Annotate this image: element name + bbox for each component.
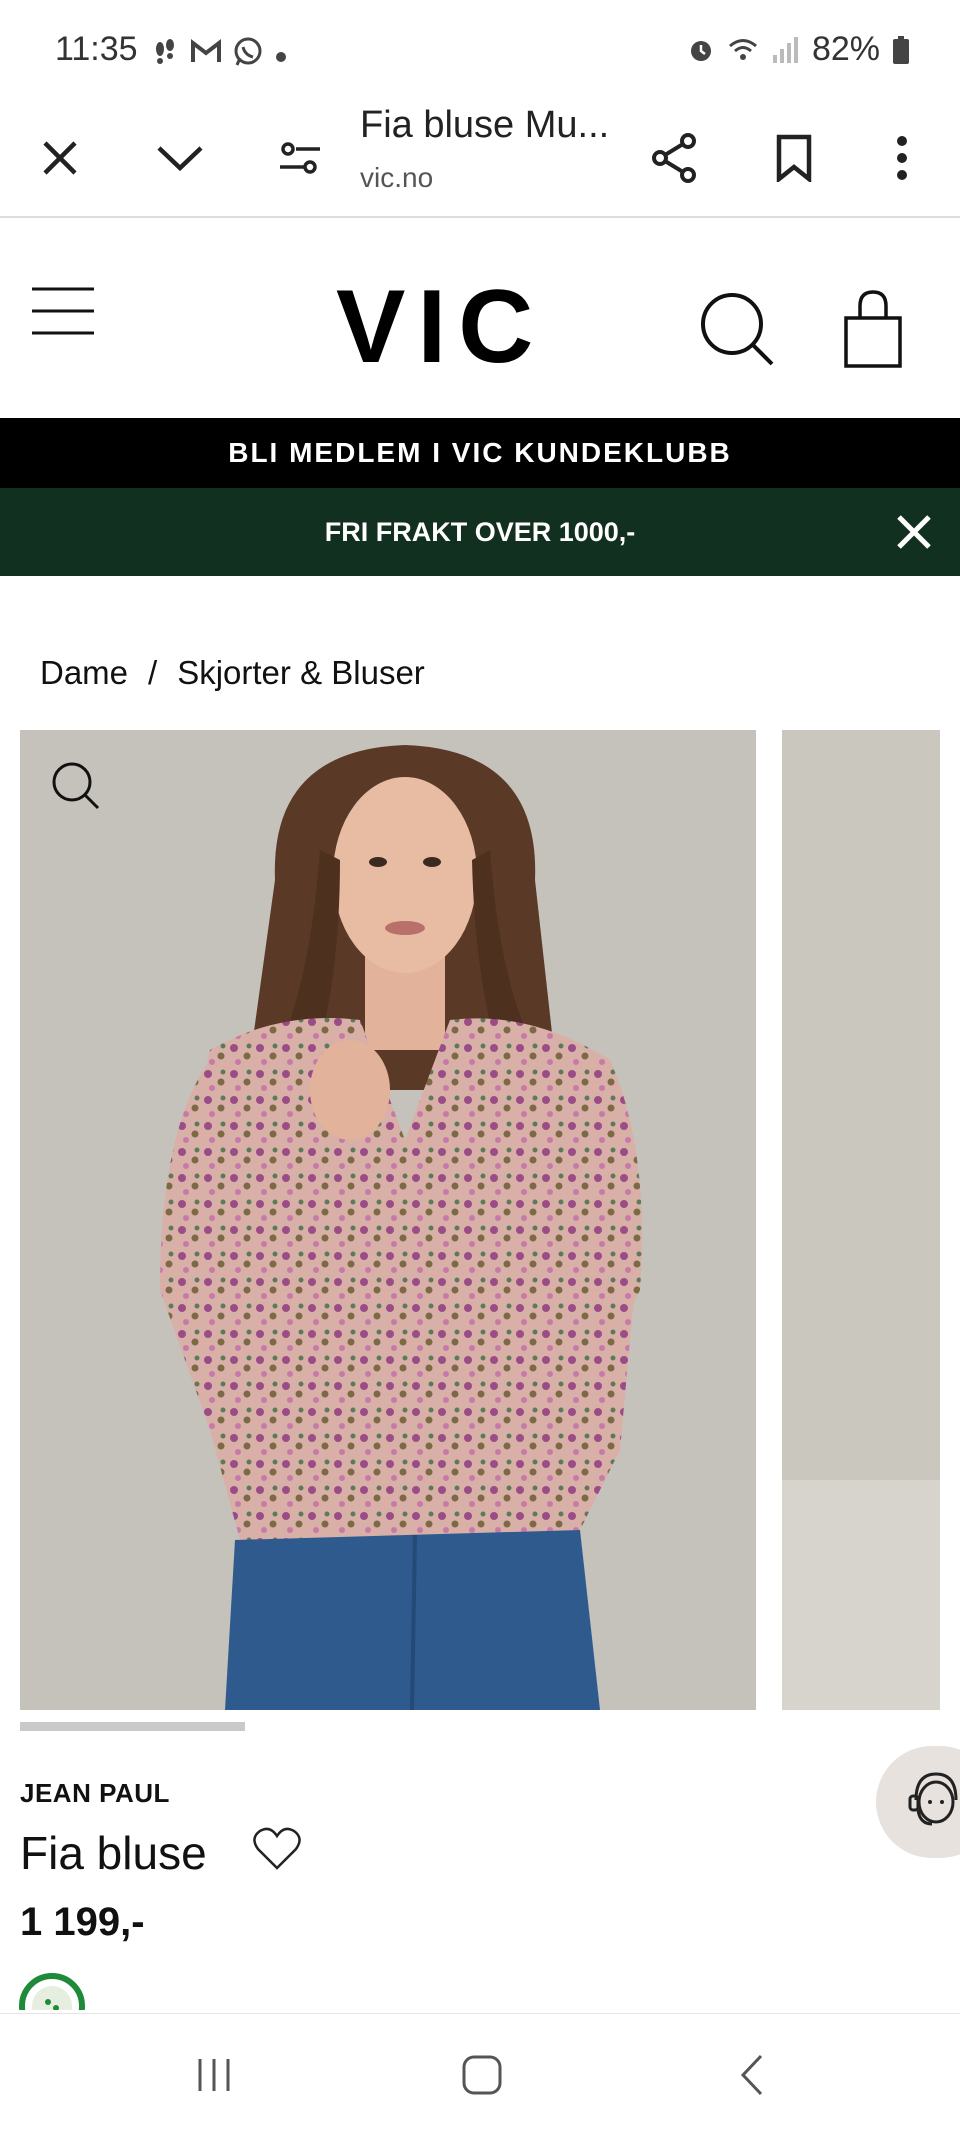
eco-icon: [19, 1973, 85, 2010]
wishlist-button[interactable]: [252, 1826, 302, 1872]
product-brand[interactable]: JEAN PAUL: [20, 1778, 170, 1809]
whatsapp-icon: [232, 36, 264, 73]
signal-icon: [772, 36, 798, 63]
breadcrumb: Dame / Skjorter & Bluser: [40, 654, 425, 692]
zoom-icon: [52, 762, 100, 810]
hamburger-icon: [32, 287, 94, 335]
home-button[interactable]: [452, 2050, 512, 2100]
customer-service-chat-button[interactable]: [876, 1746, 960, 1858]
system-navigation-bar: [0, 2013, 960, 2133]
cart-button[interactable]: [842, 288, 904, 370]
battery-icon: [893, 35, 909, 64]
share-button[interactable]: [642, 126, 706, 190]
bookmark-icon: [776, 134, 812, 182]
battery-percentage: 82%: [811, 30, 880, 68]
alarm-icon: [690, 40, 711, 61]
zoom-button[interactable]: [48, 758, 104, 814]
back-icon: [740, 2054, 763, 2096]
back-button[interactable]: [722, 2050, 782, 2100]
menu-button[interactable]: [30, 286, 96, 336]
model-photo: [20, 730, 756, 1710]
status-bar: 11:35 82%: [0, 0, 960, 100]
dot-icon: [274, 41, 288, 69]
system-status-icons: 82%: [686, 30, 910, 69]
share-icon: [652, 133, 696, 183]
close-icon: [43, 141, 77, 175]
recent-apps-icon: [198, 2059, 230, 2091]
member-club-text: BLI MEDLEM I VIC KUNDEKLUBB: [228, 437, 732, 468]
more-options-button[interactable]: [870, 126, 934, 190]
next-product-image[interactable]: [782, 730, 940, 1710]
site-header: VIC: [0, 220, 960, 418]
minimize-tab-button[interactable]: [148, 126, 212, 190]
close-tab-button[interactable]: [28, 126, 92, 190]
more-vert-icon: [897, 136, 907, 180]
shipping-banner: FRI FRAKT OVER 1000,-: [0, 488, 960, 576]
site-logo[interactable]: VIC: [336, 268, 545, 387]
image-floor: [782, 1480, 940, 1710]
bookmark-button[interactable]: [762, 126, 826, 190]
breadcrumb-dame[interactable]: Dame: [40, 654, 128, 692]
heart-icon: [253, 1827, 301, 1870]
member-club-banner[interactable]: BLI MEDLEM I VIC KUNDEKLUBB: [0, 418, 960, 488]
home-icon: [462, 2055, 502, 2095]
product-name: Fia bluse: [20, 1827, 207, 1879]
eco-badge: [18, 1968, 88, 2010]
search-button[interactable]: [698, 290, 778, 370]
product-image[interactable]: [20, 730, 756, 1710]
close-banner-button[interactable]: [890, 508, 938, 556]
search-icon: [701, 293, 774, 366]
shipping-banner-text: FRI FRAKT OVER 1000,-: [324, 516, 636, 547]
recent-apps-button[interactable]: [184, 2050, 244, 2100]
breadcrumb-separator: /: [148, 654, 158, 691]
breadcrumb-skjorter-bluser[interactable]: Skjorter & Bluser: [177, 654, 425, 692]
site-settings-button[interactable]: [268, 126, 332, 190]
status-time: 11:35: [55, 30, 138, 68]
support-agent-icon: [908, 1772, 958, 1826]
product-price: 1 199,-: [20, 1900, 145, 1944]
tune-icon: [280, 142, 320, 174]
page-url[interactable]: vic.no: [360, 162, 433, 194]
steps-icon: [150, 37, 180, 72]
shopping-bag-icon: [844, 290, 902, 368]
close-icon: [897, 515, 931, 549]
page-title[interactable]: Fia bluse Mu...: [360, 104, 609, 147]
gmail-icon: [190, 38, 222, 71]
wifi-icon: [728, 38, 757, 60]
notification-icons: [150, 36, 288, 73]
chevron-down-icon: [157, 146, 203, 172]
gallery-scroll-indicator: [20, 1722, 245, 1731]
